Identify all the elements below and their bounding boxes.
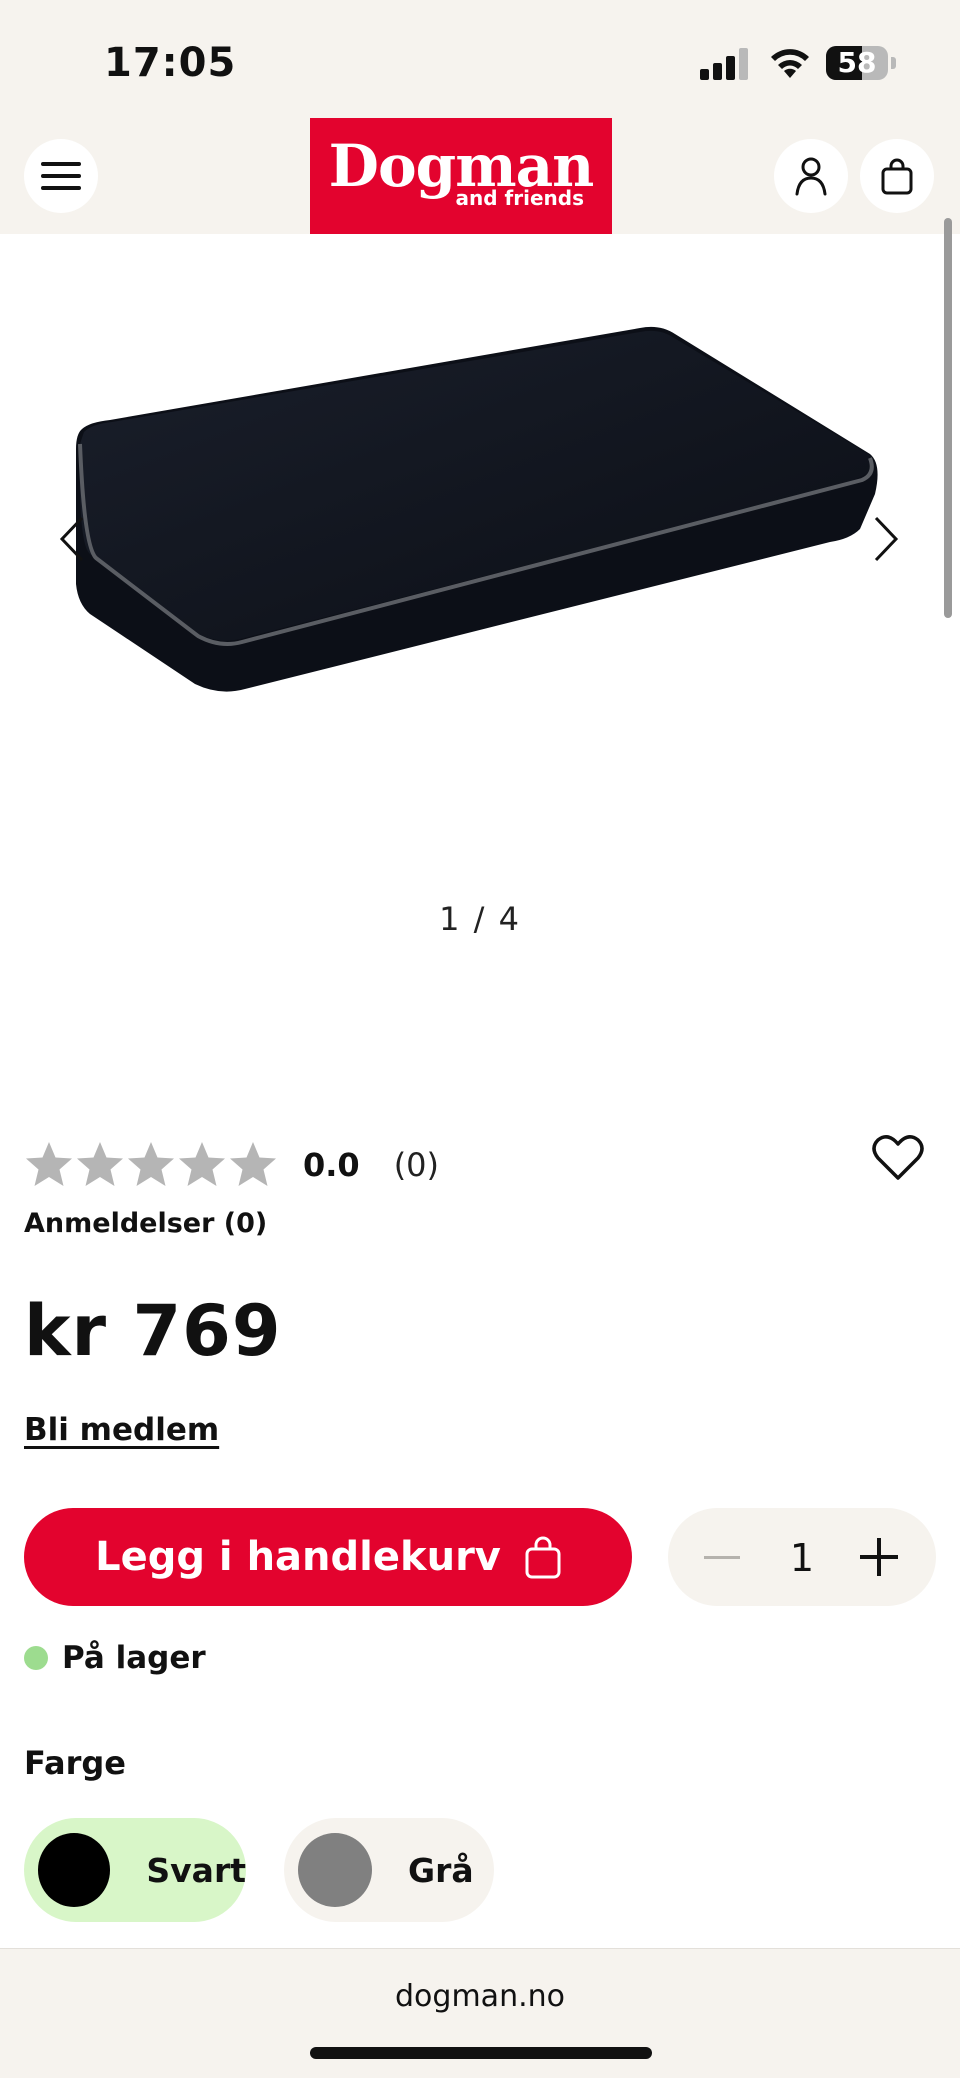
logo[interactable]: Dogman and friends bbox=[310, 118, 612, 246]
color-swatch bbox=[38, 1833, 111, 1907]
product-image[interactable] bbox=[70, 314, 890, 694]
color-option-svart[interactable]: Svart bbox=[24, 1818, 246, 1922]
star-rating bbox=[24, 1140, 279, 1190]
cart-icon bbox=[881, 158, 913, 195]
wifi-icon bbox=[771, 49, 809, 78]
add-to-cart-button[interactable]: Legg i handlekurv bbox=[24, 1508, 632, 1606]
heart-icon[interactable] bbox=[872, 1134, 924, 1182]
rating-value: 0.0 bbox=[303, 1146, 360, 1184]
account-icon bbox=[795, 157, 827, 196]
star-icon bbox=[26, 1142, 72, 1186]
cellular-signal-icon bbox=[700, 48, 752, 80]
product-price: kr 769 bbox=[24, 1290, 282, 1372]
rating-row: 0.0 (0) bbox=[24, 1138, 439, 1192]
color-swatch bbox=[298, 1833, 372, 1907]
gallery-counter: 1 / 4 bbox=[439, 900, 521, 938]
color-option-label: Svart bbox=[146, 1850, 246, 1890]
quantity-stepper: 1 bbox=[668, 1508, 936, 1606]
chevron-left-icon[interactable] bbox=[52, 514, 92, 564]
logo-tagline: and friends bbox=[455, 186, 584, 210]
account-button[interactable] bbox=[774, 139, 848, 213]
bag-icon bbox=[525, 1536, 561, 1579]
reviews-link[interactable]: Anmeldelser (0) bbox=[24, 1208, 267, 1239]
plus-icon[interactable] bbox=[860, 1538, 898, 1576]
become-member-link[interactable]: Bli medlem bbox=[24, 1412, 219, 1448]
product-gallery[interactable]: 1 / 4 bbox=[0, 234, 960, 1084]
star-icon bbox=[128, 1142, 174, 1186]
stock-status: På lager bbox=[24, 1640, 206, 1676]
quantity-value[interactable]: 1 bbox=[768, 1536, 836, 1580]
battery-icon: 58 bbox=[826, 46, 896, 80]
page-scrollbar[interactable] bbox=[944, 218, 952, 618]
chevron-right-icon[interactable] bbox=[866, 514, 906, 564]
color-title: Farge bbox=[24, 1744, 126, 1782]
menu-button[interactable] bbox=[24, 139, 98, 213]
address-domain[interactable]: dogman.no bbox=[0, 1979, 960, 2014]
color-option-gra[interactable]: Grå bbox=[284, 1818, 494, 1922]
star-icon bbox=[179, 1142, 225, 1186]
cart-button[interactable] bbox=[860, 139, 934, 213]
home-indicator[interactable] bbox=[310, 2047, 652, 2059]
status-bar: 17:05 58 bbox=[0, 0, 960, 118]
menu-icon bbox=[41, 162, 81, 190]
browser-address-bar[interactable]: dogman.no bbox=[0, 1948, 960, 2078]
minus-icon[interactable] bbox=[704, 1546, 740, 1570]
star-icon bbox=[230, 1142, 276, 1186]
add-to-cart-label: Legg i handlekurv bbox=[95, 1534, 501, 1580]
battery-level: 58 bbox=[837, 46, 877, 79]
star-icon bbox=[77, 1142, 123, 1186]
stock-label: På lager bbox=[62, 1640, 206, 1676]
stock-indicator-dot bbox=[24, 1646, 48, 1670]
rating-count: (0) bbox=[393, 1146, 440, 1184]
site-header: Dogman and friends bbox=[0, 118, 960, 246]
color-option-label: Grå bbox=[408, 1850, 474, 1890]
status-time: 17:05 bbox=[104, 40, 237, 86]
